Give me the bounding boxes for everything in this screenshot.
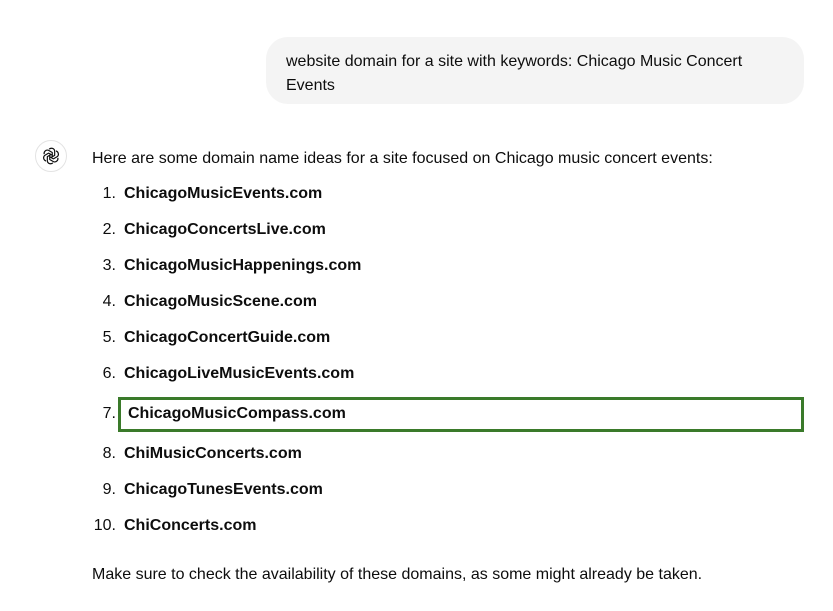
- list-item-domain: ChicagoMusicScene.com: [124, 293, 317, 310]
- user-message-line-1: website domain for a site with keywords:…: [286, 53, 743, 70]
- list-item-domain: ChicagoLiveMusicEvents.com: [124, 365, 355, 382]
- assistant-outro-text: Make sure to check the availability of t…: [92, 566, 703, 583]
- user-message-line-2: Events: [286, 77, 335, 94]
- list-item-domain: ChicagoConcertGuide.com: [124, 329, 331, 346]
- list-item-number: 6.: [102, 365, 116, 382]
- list-item-domain: ChicagoTunesEvents.com: [124, 481, 323, 498]
- list-item-number: 1.: [102, 185, 116, 202]
- list-item-number: 5.: [102, 329, 116, 346]
- list-item-number: 9.: [102, 481, 116, 498]
- user-message-bubble: website domain for a site with keywords:…: [266, 37, 804, 104]
- assistant-avatar: [35, 140, 67, 172]
- list-item-domain: ChicagoMusicHappenings.com: [124, 257, 362, 274]
- assistant-intro-text: Here are some domain name ideas for a si…: [92, 150, 713, 167]
- list-item-number: 3.: [102, 257, 116, 274]
- list-item-number: 7.: [102, 405, 116, 422]
- list-item-number: 2.: [102, 221, 116, 238]
- list-item-domain: ChicagoConcertsLive.com: [124, 221, 326, 238]
- list-item-number: 10.: [93, 517, 116, 534]
- list-item-number: 4.: [102, 293, 116, 310]
- list-item-domain: ChicagoMusicEvents.com: [124, 185, 323, 202]
- list-item-number: 8.: [102, 445, 116, 462]
- openai-logo-icon: [43, 147, 59, 165]
- list-item-domain: ChiMusicConcerts.com: [124, 445, 302, 462]
- list-item-domain: ChicagoMusicCompass.com: [128, 405, 346, 422]
- list-item-domain: ChiConcerts.com: [124, 517, 257, 534]
